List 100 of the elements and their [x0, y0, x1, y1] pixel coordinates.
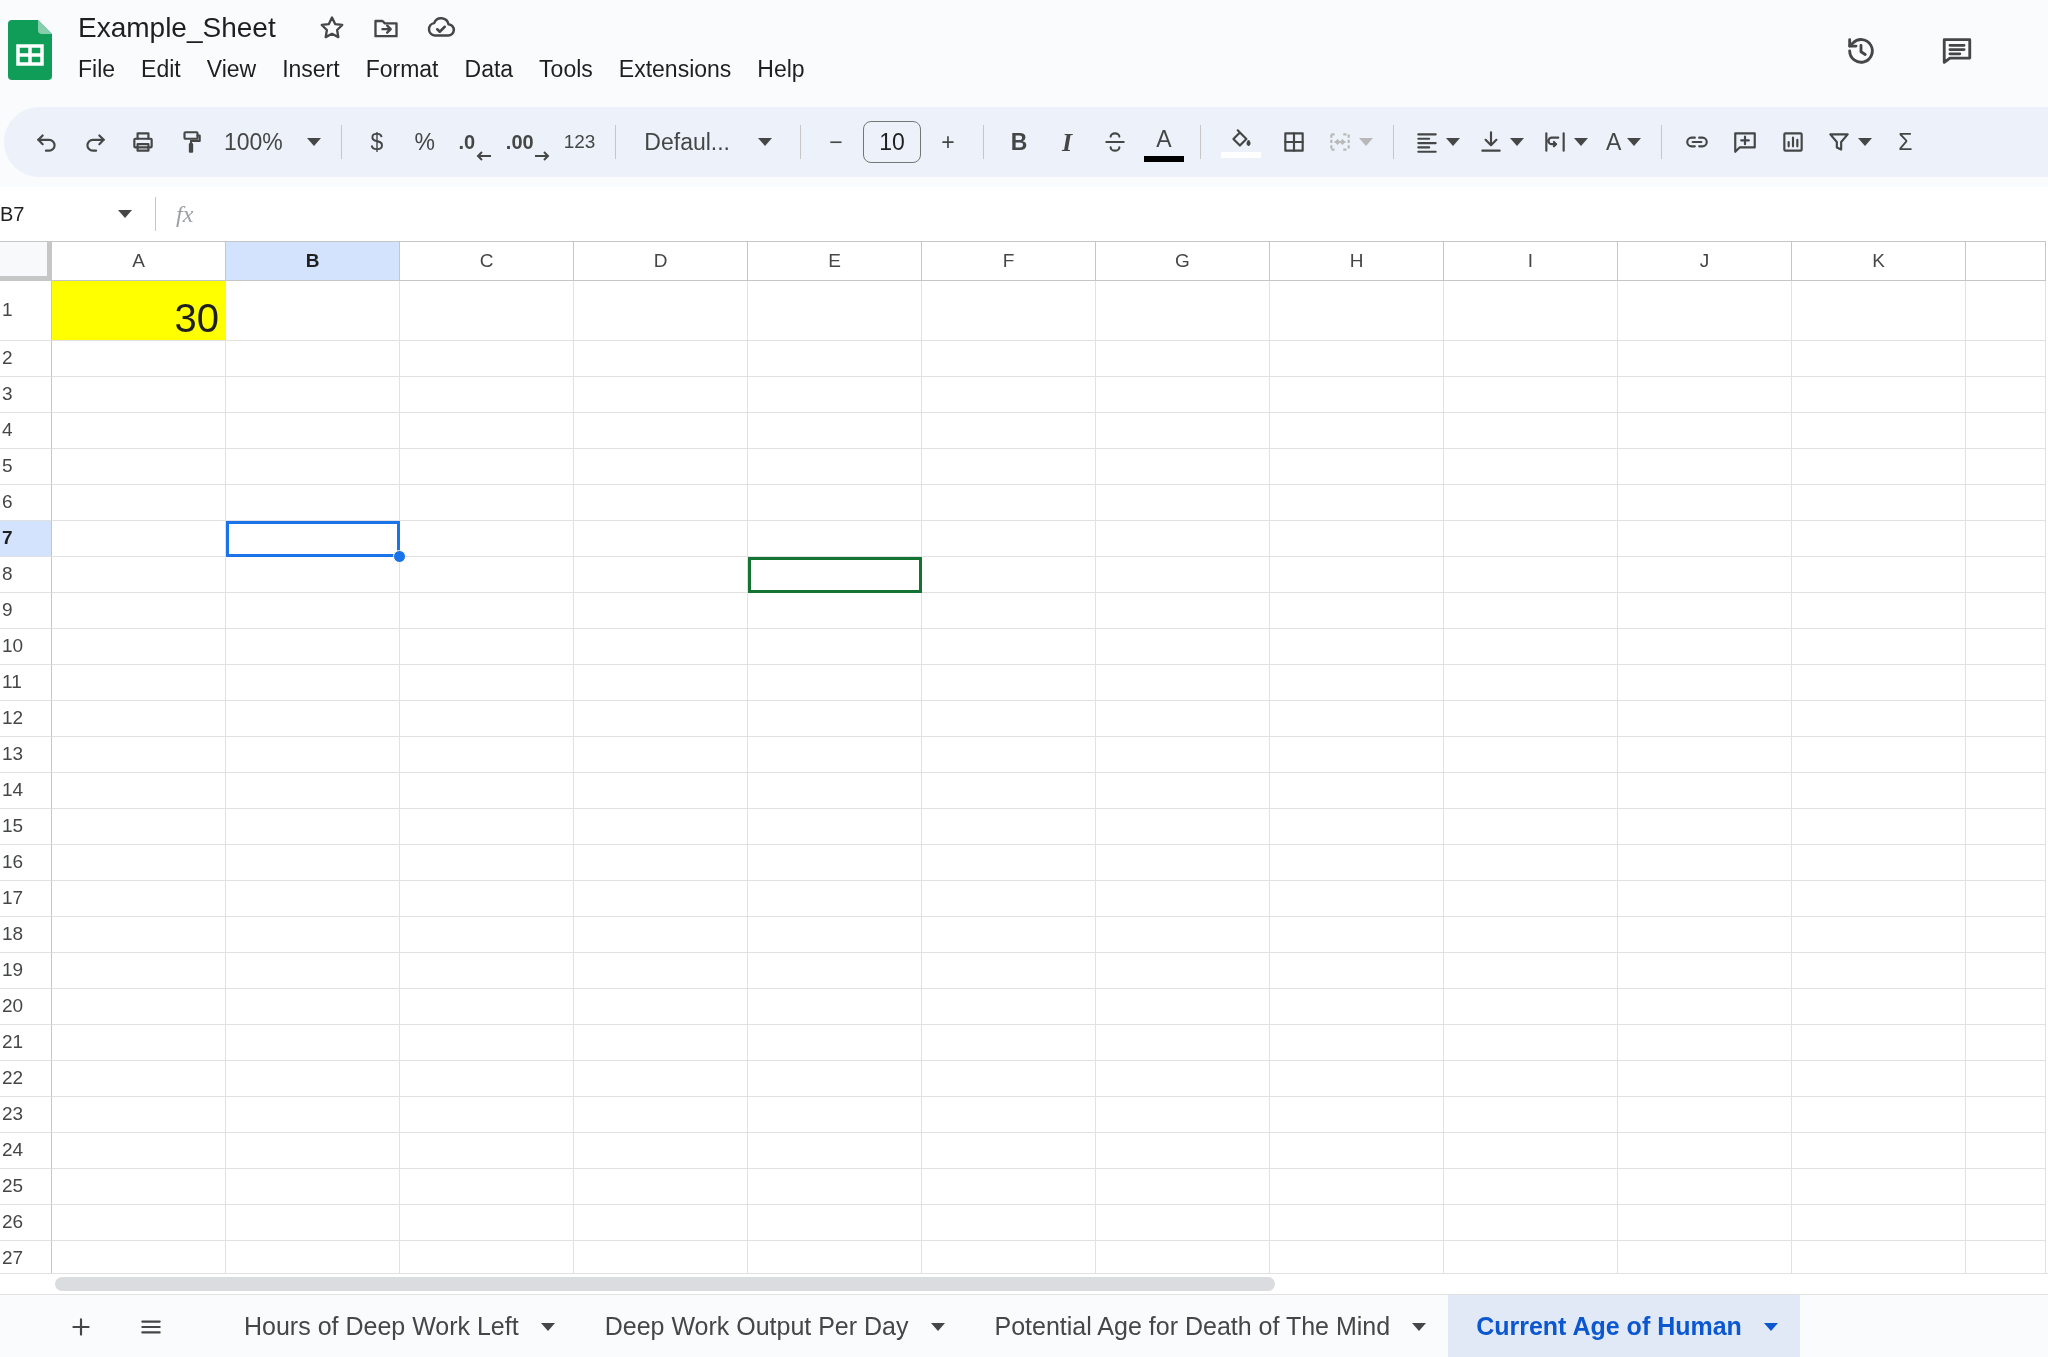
menu-item[interactable]: File: [78, 50, 116, 89]
table-cell[interactable]: [1618, 629, 1792, 665]
table-cell[interactable]: [748, 665, 922, 701]
table-cell[interactable]: [400, 593, 574, 629]
table-cell[interactable]: [1966, 773, 2046, 809]
table-cell[interactable]: [1096, 845, 1270, 881]
table-cell[interactable]: [1270, 629, 1444, 665]
functions-button[interactable]: Σ: [1884, 121, 1927, 163]
table-cell[interactable]: [1096, 773, 1270, 809]
font-size-field[interactable]: 10: [863, 121, 921, 163]
table-cell[interactable]: [226, 845, 400, 881]
table-cell[interactable]: [1618, 1097, 1792, 1133]
table-cell[interactable]: [748, 809, 922, 845]
sheet-tab[interactable]: Potential Age for Death of The Mind: [966, 1294, 1449, 1357]
table-cell[interactable]: [400, 809, 574, 845]
table-cell[interactable]: [1444, 341, 1618, 377]
decrease-decimal-button[interactable]: .0: [451, 121, 494, 163]
fill-handle[interactable]: [393, 550, 406, 563]
table-cell[interactable]: [1270, 881, 1444, 917]
table-cell[interactable]: [922, 1133, 1096, 1169]
row-header[interactable]: 8: [0, 557, 52, 593]
table-cell[interactable]: [226, 701, 400, 737]
table-cell[interactable]: [1966, 845, 2046, 881]
table-cell[interactable]: [574, 1169, 748, 1205]
table-cell[interactable]: [1096, 485, 1270, 521]
table-cell[interactable]: [1270, 953, 1444, 989]
row-header[interactable]: 7: [0, 521, 52, 557]
table-cell[interactable]: [1792, 593, 1966, 629]
row-header[interactable]: 26: [0, 1205, 52, 1241]
column-header[interactable]: A: [52, 241, 226, 281]
column-header[interactable]: C: [400, 241, 574, 281]
table-cell[interactable]: [226, 1169, 400, 1205]
table-cell[interactable]: [1618, 773, 1792, 809]
increase-decimal-button[interactable]: .00: [499, 121, 552, 163]
table-cell[interactable]: [748, 1061, 922, 1097]
row-header[interactable]: 22: [0, 1061, 52, 1097]
table-cell[interactable]: [226, 377, 400, 413]
table-cell[interactable]: [1444, 377, 1618, 413]
table-cell[interactable]: [1096, 1025, 1270, 1061]
table-cell[interactable]: [1096, 341, 1270, 377]
table-cell[interactable]: [748, 281, 922, 341]
table-cell[interactable]: [574, 521, 748, 557]
table-cell[interactable]: [1270, 1169, 1444, 1205]
table-cell[interactable]: [1096, 629, 1270, 665]
table-cell[interactable]: [748, 629, 922, 665]
table-cell[interactable]: [1792, 773, 1966, 809]
table-cell[interactable]: [1618, 881, 1792, 917]
table-cell[interactable]: [400, 845, 574, 881]
table-cell[interactable]: [574, 281, 748, 341]
table-cell[interactable]: [748, 989, 922, 1025]
sheets-logo[interactable]: [8, 20, 52, 80]
row-header[interactable]: 21: [0, 1025, 52, 1061]
table-cell[interactable]: [1096, 449, 1270, 485]
table-cell[interactable]: [52, 449, 226, 485]
table-cell[interactable]: [574, 953, 748, 989]
table-cell[interactable]: [1792, 449, 1966, 485]
table-cell[interactable]: [1792, 701, 1966, 737]
table-cell[interactable]: [748, 773, 922, 809]
table-cell[interactable]: [52, 917, 226, 953]
table-cell[interactable]: [52, 1205, 226, 1241]
table-cell[interactable]: [922, 665, 1096, 701]
table-cell[interactable]: [922, 701, 1096, 737]
table-cell[interactable]: [1096, 917, 1270, 953]
table-cell[interactable]: [1792, 557, 1966, 593]
table-cell[interactable]: [748, 845, 922, 881]
table-cell[interactable]: [1444, 281, 1618, 341]
table-cell[interactable]: [400, 1025, 574, 1061]
number-format-button[interactable]: 123: [557, 121, 602, 163]
collaborator-cursor-cell[interactable]: [748, 557, 922, 593]
menu-item[interactable]: Insert: [282, 50, 340, 89]
table-cell[interactable]: [922, 1097, 1096, 1133]
table-cell[interactable]: [1444, 521, 1618, 557]
table-cell[interactable]: [1966, 953, 2046, 989]
table-cell[interactable]: [1618, 989, 1792, 1025]
table-cell[interactable]: [922, 377, 1096, 413]
table-cell[interactable]: [1618, 1169, 1792, 1205]
table-cell[interactable]: [1966, 1169, 2046, 1205]
table-cell[interactable]: [1618, 845, 1792, 881]
table-cell[interactable]: [574, 557, 748, 593]
table-cell[interactable]: [226, 1133, 400, 1169]
table-cell[interactable]: [226, 1061, 400, 1097]
table-cell[interactable]: [1096, 881, 1270, 917]
row-header[interactable]: 18: [0, 917, 52, 953]
table-cell[interactable]: [1096, 701, 1270, 737]
table-cell[interactable]: [400, 737, 574, 773]
table-cell[interactable]: [1792, 1025, 1966, 1061]
table-cell[interactable]: [226, 341, 400, 377]
row-header[interactable]: 14: [0, 773, 52, 809]
row-header[interactable]: 13: [0, 737, 52, 773]
table-cell[interactable]: [1444, 881, 1618, 917]
table-cell[interactable]: [574, 809, 748, 845]
table-cell[interactable]: [1270, 1205, 1444, 1241]
table-cell[interactable]: [1792, 665, 1966, 701]
table-cell[interactable]: [226, 413, 400, 449]
table-cell[interactable]: [226, 281, 400, 341]
column-header[interactable]: E: [748, 241, 922, 281]
table-cell[interactable]: [574, 593, 748, 629]
table-cell[interactable]: [574, 449, 748, 485]
table-cell[interactable]: [922, 845, 1096, 881]
table-cell[interactable]: [748, 1025, 922, 1061]
